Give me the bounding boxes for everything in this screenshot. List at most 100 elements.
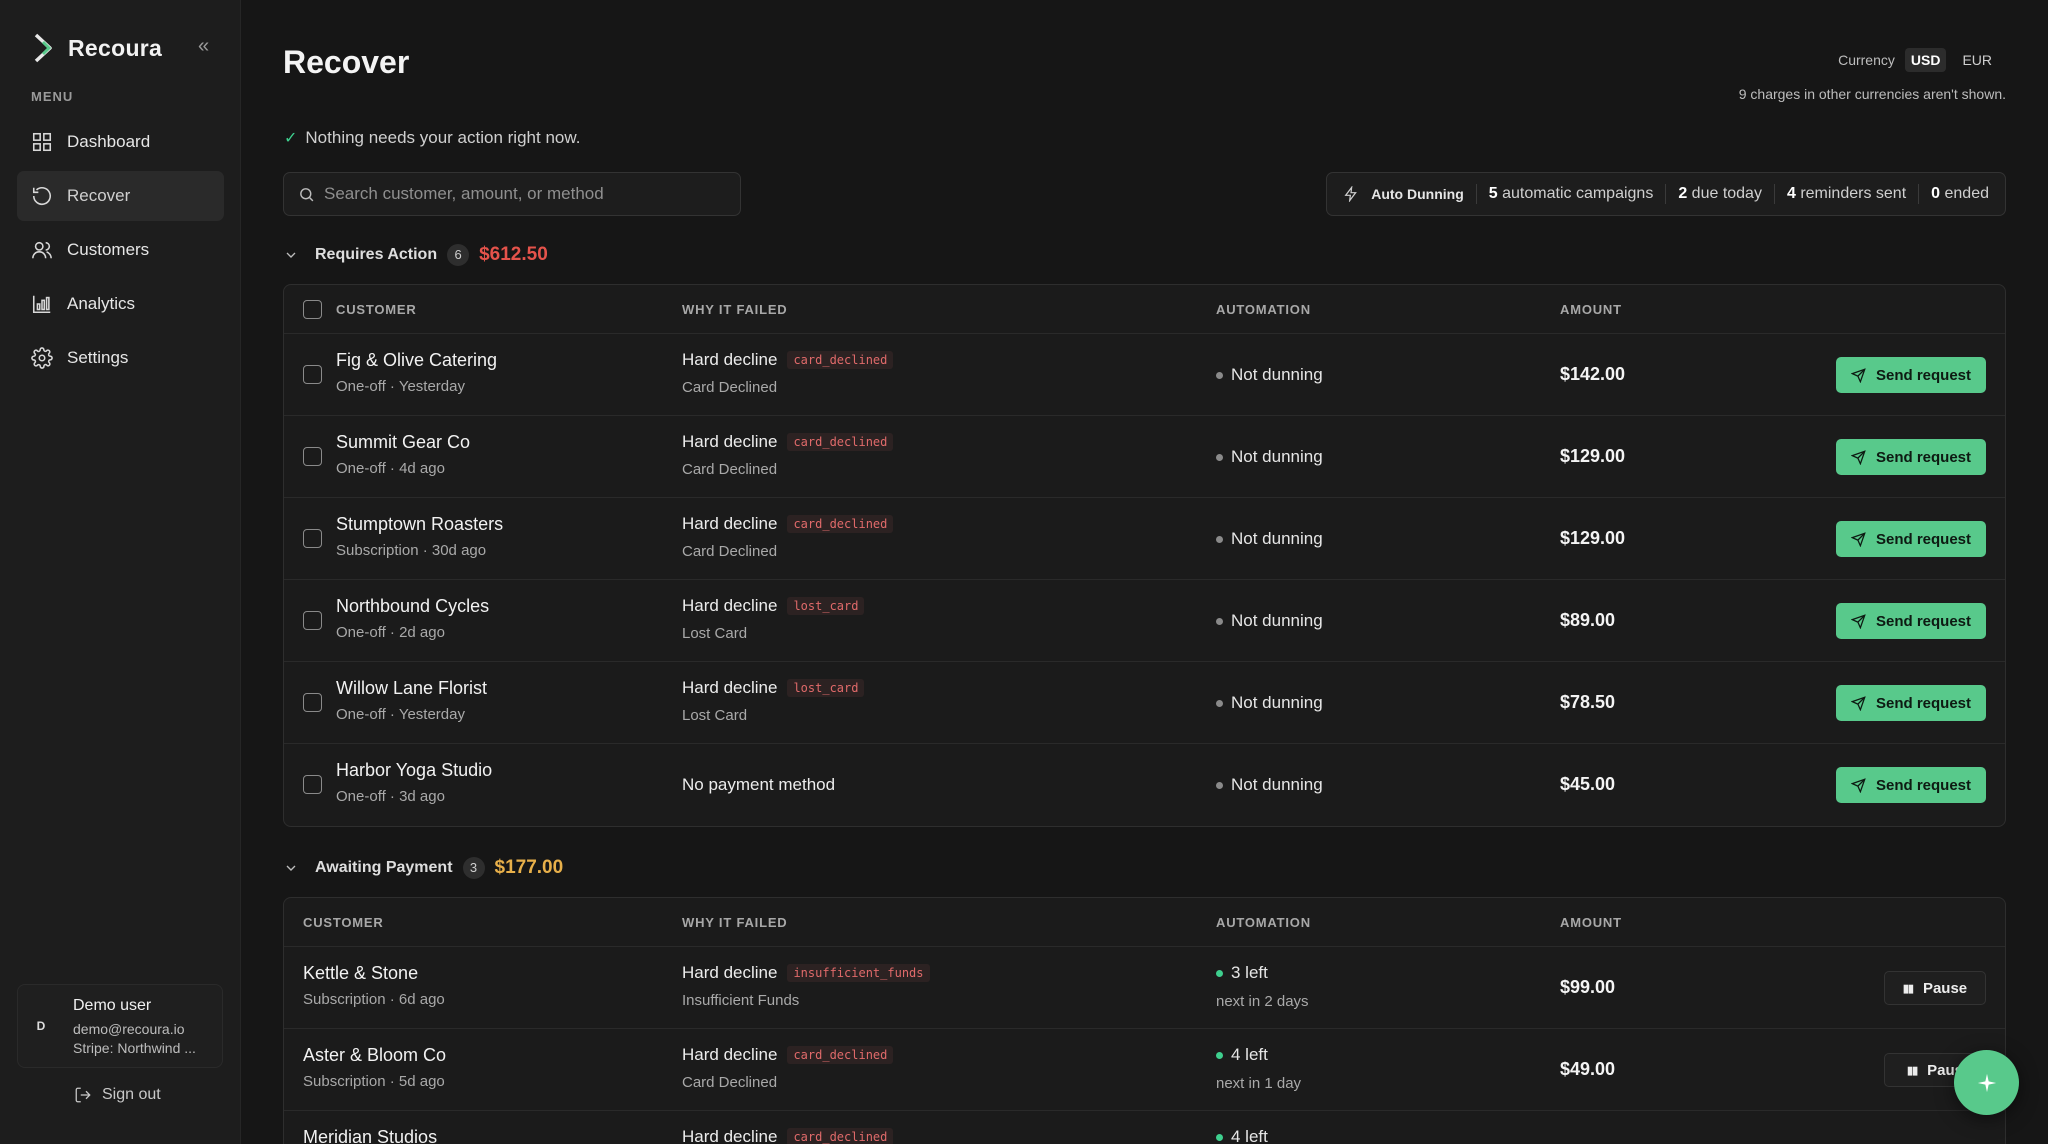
customer-name[interactable]: Northbound Cycles — [336, 596, 489, 617]
status-dot — [1216, 699, 1223, 707]
send-request-label: Send request — [1875, 530, 1972, 548]
awaiting-payment-header[interactable]: Awaiting Payment 3 $177.00 — [283, 857, 563, 879]
sparkle-icon — [1977, 1073, 1996, 1092]
amount: $142.00 — [1560, 364, 1626, 384]
automation-text: Not dunning — [1231, 529, 1323, 548]
automation-status: Not dunning — [1216, 611, 1323, 631]
logo-icon — [34, 33, 52, 63]
failure-reason: Hard decline insufficient_funds — [682, 963, 930, 983]
failure-reason: No payment method — [682, 775, 835, 795]
table-row: Kettle & Stone Subscription · 6d ago Hard … — [284, 947, 2005, 1029]
automation-next: next in 1 day — [1216, 1075, 1302, 1092]
avatar: D — [36, 1019, 46, 1033]
pause-button[interactable]: ▮▮ Pause — [1884, 971, 1986, 1005]
user-name: Demo user — [73, 997, 152, 1014]
row-checkbox[interactable] — [303, 365, 322, 384]
row-checkbox[interactable] — [303, 529, 322, 548]
user-card[interactable]: D Demo user demo@recoura.io Stripe: Nort… — [17, 984, 223, 1068]
send-request-label: Send request — [1875, 694, 1972, 712]
send-icon — [1850, 367, 1866, 383]
currency-switcher: Currency USD EUR — [1838, 48, 1998, 72]
sidebar-item-customers[interactable]: Customers — [17, 225, 224, 275]
failure-reason: Hard decline card_declined — [682, 350, 894, 370]
decline-code: card_declined — [787, 351, 894, 369]
sidebar-item-recover[interactable]: Recover — [17, 171, 224, 221]
assistant-fab[interactable] — [1954, 1050, 2019, 1115]
currency-label: Currency — [1838, 52, 1895, 68]
column-header: CUSTOMER — [336, 302, 417, 317]
automation-status: 4 left — [1216, 1045, 1268, 1065]
send-request-button[interactable]: Send request — [1836, 439, 1986, 475]
decline-code: card_declined — [787, 1046, 894, 1064]
sign-out-button[interactable]: Sign out — [74, 1086, 161, 1104]
column-header: CUSTOMER — [303, 915, 384, 930]
currency-option-eur[interactable]: EUR — [1956, 48, 1998, 72]
customer-name[interactable]: Harbor Yoga Studio — [336, 760, 492, 781]
row-checkbox[interactable] — [303, 611, 322, 630]
search-input[interactable] — [324, 184, 724, 204]
failure-reason-text: Hard decline — [682, 514, 778, 533]
customer-name[interactable]: Stumptown Roasters — [336, 514, 503, 535]
chevrons-left-icon[interactable]: « — [198, 36, 220, 58]
decline-code: lost_card — [787, 597, 865, 615]
logout-icon — [75, 1087, 91, 1103]
gear-icon — [31, 347, 53, 369]
failure-reason: Hard decline lost_card — [682, 596, 865, 616]
chevron-down-icon — [286, 865, 296, 871]
send-request-button[interactable]: Send request — [1836, 767, 1986, 803]
customer-name[interactable]: Summit Gear Co — [336, 432, 470, 453]
sidebar-item-label: Customers — [67, 240, 150, 259]
pause-icon: ▮▮ — [1902, 982, 1914, 995]
customer-meta: Subscription · 6d ago — [303, 991, 445, 1008]
currency-option-usd[interactable]: USD — [1904, 48, 1947, 72]
customer-name[interactable]: Willow Lane Florist — [336, 678, 487, 699]
send-request-button[interactable]: Send request — [1836, 357, 1986, 393]
failure-reason: Hard decline lost_card — [682, 678, 865, 698]
automation-status: Not dunning — [1216, 693, 1323, 713]
row-checkbox[interactable] — [303, 775, 322, 794]
brand[interactable]: Recoura — [32, 32, 162, 64]
requires-action-table: CUSTOMER WHY IT FAILED AUTOMATION AMOUNT… — [283, 284, 2006, 827]
row-checkbox[interactable] — [303, 693, 322, 712]
customer-name[interactable]: Meridian Studios — [303, 1127, 437, 1144]
amount: $129.00 — [1560, 528, 1626, 548]
sidebar: Recoura « MENU Dashboard Recover Custome… — [0, 0, 241, 1144]
row-checkbox[interactable] — [303, 447, 322, 466]
table-row: Stumptown Roasters Subscription · 30d ago… — [284, 498, 2005, 580]
divider — [1665, 184, 1667, 204]
sidebar-item-label: Settings — [67, 348, 129, 367]
customer-name[interactable]: Kettle & Stone — [303, 963, 418, 984]
table-row: Northbound Cycles One-off · 2d ago Hard de… — [284, 580, 2005, 662]
status-dot — [1216, 453, 1223, 461]
status-dot — [1216, 1051, 1223, 1059]
customer-meta: One-off · 3d ago — [336, 788, 445, 805]
decline-code: card_declined — [787, 433, 894, 451]
send-request-button[interactable]: Send request — [1836, 603, 1986, 639]
customer-name[interactable]: Aster & Bloom Co — [303, 1045, 446, 1066]
table-row: Summit Gear Co One-off · 4d ago Hard decli… — [284, 416, 2005, 498]
customer-meta: One-off · 2d ago — [336, 624, 445, 641]
status-message: ✓ Nothing needs your action right now. — [284, 128, 580, 148]
select-all-checkbox[interactable] — [303, 300, 322, 319]
sidebar-item-settings[interactable]: Settings — [17, 333, 224, 383]
user-stripe-account: Stripe: Northwind ... — [73, 1040, 196, 1056]
table-header: CUSTOMER WHY IT FAILED AUTOMATION AMOUNT — [284, 285, 2005, 334]
customer-meta: Subscription · 30d ago — [336, 542, 487, 559]
sidebar-item-label: Recover — [67, 186, 131, 205]
auto-dunning-summary[interactable]: Auto Dunning 5 automatic campaigns 2 due… — [1326, 172, 2006, 216]
page-title: Recover — [283, 44, 410, 80]
customer-name[interactable]: Fig & Olive Catering — [336, 350, 497, 371]
table-row: Meridian Studios Hard decline card_decline… — [284, 1111, 2005, 1144]
send-request-button[interactable]: Send request — [1836, 521, 1986, 557]
send-icon — [1850, 613, 1866, 629]
amount: $89.00 — [1560, 610, 1616, 630]
column-header: WHY IT FAILED — [682, 915, 788, 930]
requires-action-header[interactable]: Requires Action 6 $612.50 — [283, 244, 548, 266]
automation-text: 4 left — [1231, 1045, 1268, 1064]
failure-detail: Card Declined — [682, 461, 778, 478]
send-request-button[interactable]: Send request — [1836, 685, 1986, 721]
sidebar-item-analytics[interactable]: Analytics — [17, 279, 224, 329]
table-row: Willow Lane Florist One-off · Yesterday Ha… — [284, 662, 2005, 744]
sidebar-item-dashboard[interactable]: Dashboard — [17, 117, 224, 167]
automation-text: Not dunning — [1231, 775, 1323, 794]
